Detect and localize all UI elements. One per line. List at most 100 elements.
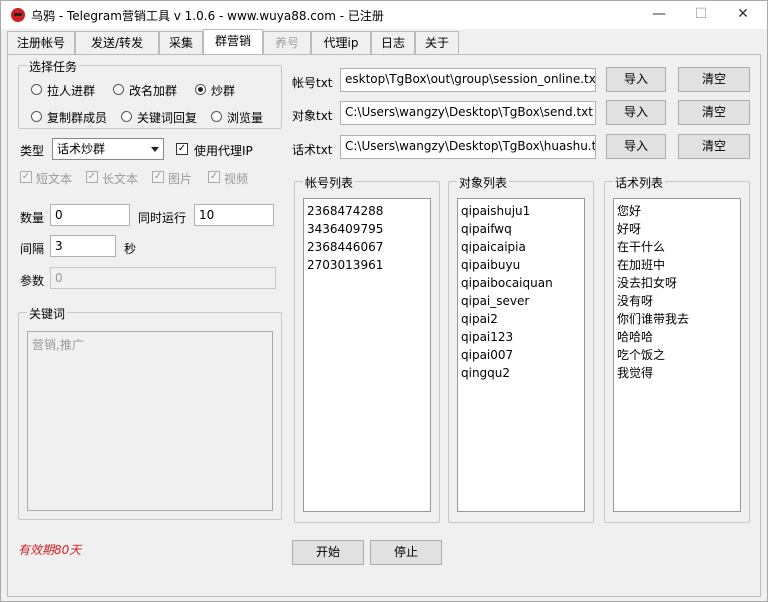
label-long-text: 长文本: [102, 172, 139, 186]
concurrent-input[interactable]: 10: [194, 204, 274, 226]
script-listbox[interactable]: 您好 好呀 在干什么 在加班中 没去扣女呀 没有呀 你们谁带我去 哈哈哈 吃个饭…: [613, 198, 741, 512]
list-item[interactable]: qipai007: [461, 346, 581, 364]
list-item[interactable]: 2368474288: [307, 202, 427, 220]
list-item[interactable]: qipaibocaiquan: [461, 274, 581, 292]
quantity-label: 数量: [20, 211, 45, 225]
quantity-input[interactable]: 0: [50, 204, 130, 226]
radio-boost-group[interactable]: [195, 84, 206, 95]
list-item[interactable]: 吃个饭之: [617, 346, 737, 364]
use-proxy-label: 使用代理IP: [194, 144, 253, 158]
target-import-button[interactable]: 导入: [606, 100, 666, 125]
target-list-title: 对象列表: [457, 174, 510, 191]
list-item[interactable]: qingqu2: [461, 364, 581, 382]
script-clear-button[interactable]: 清空: [678, 134, 750, 159]
task-group-legend: 选择任务: [27, 58, 80, 75]
list-item[interactable]: 你们谁带我去: [617, 310, 737, 328]
list-item[interactable]: 我觉得: [617, 364, 737, 382]
chevron-down-icon: [151, 147, 159, 152]
type-select[interactable]: 话术炒群: [52, 138, 164, 160]
type-select-value: 话术炒群: [57, 142, 106, 156]
label-short-text: 短文本: [36, 172, 73, 186]
list-item[interactable]: 在干什么: [617, 238, 737, 256]
radio-copy-members[interactable]: [31, 111, 42, 122]
list-item[interactable]: qipaishuju1: [461, 202, 581, 220]
radio-rename-join-group[interactable]: [113, 84, 124, 95]
target-file-path[interactable]: C:\Users\wangzy\Desktop\TgBox\send.txt: [340, 101, 596, 125]
interval-input[interactable]: 3: [50, 235, 116, 257]
radio-label-pull-into-group: 拉人进群: [47, 84, 96, 98]
list-item[interactable]: qipaibuyu: [461, 256, 581, 274]
account-list-title: 帐号列表: [303, 174, 356, 191]
tab-collect[interactable]: 采集: [159, 31, 203, 55]
account-import-button[interactable]: 导入: [606, 67, 666, 92]
target-clear-button[interactable]: 清空: [678, 100, 750, 125]
radio-label-keyword-reply: 关键词回复: [137, 111, 198, 125]
checkbox-video[interactable]: ✓: [208, 171, 220, 183]
tab-about[interactable]: 关于: [415, 31, 459, 55]
window-title: 乌鸦 - Telegram营销工具 v 1.0.6 - www.wuya88.c…: [31, 9, 384, 23]
validity-text: 有效期80天: [18, 543, 82, 557]
checkbox-short-text[interactable]: ✓: [20, 171, 32, 183]
radio-keyword-reply[interactable]: [121, 111, 132, 122]
use-proxy-checkbox[interactable]: ✓: [176, 143, 188, 155]
start-button[interactable]: 开始: [292, 540, 364, 565]
param-input[interactable]: 0: [50, 267, 276, 289]
list-item[interactable]: qipaicaipia: [461, 238, 581, 256]
keywords-textarea[interactable]: 营销,推广: [27, 331, 273, 511]
type-label: 类型: [20, 144, 45, 158]
account-file-label: 帐号txt: [292, 76, 333, 90]
list-item[interactable]: 好呀: [617, 220, 737, 238]
keywords-group-legend: 关键词: [27, 305, 68, 322]
radio-pull-into-group[interactable]: [31, 84, 42, 95]
minimize-button[interactable]: —: [639, 1, 679, 29]
list-item[interactable]: 3436409795: [307, 220, 427, 238]
maximize-button[interactable]: ☐: [681, 1, 721, 29]
close-button[interactable]: ✕: [723, 1, 763, 29]
tab-send-forward[interactable]: 发送/转发: [75, 31, 159, 55]
script-import-button[interactable]: 导入: [606, 134, 666, 159]
radio-label-copy-members: 复制群成员: [47, 111, 108, 125]
list-item[interactable]: qipaifwq: [461, 220, 581, 238]
keywords-group: 关键词 营销,推广: [18, 305, 282, 520]
radio-label-page-views: 浏览量: [227, 111, 264, 125]
group-marketing-panel: 选择任务 拉人进群 改名加群 炒群 复制群成员 关键词回复 浏览量 类型 话术炒…: [7, 54, 761, 597]
list-item[interactable]: 没去扣女呀: [617, 274, 737, 292]
tab-log[interactable]: 日志: [371, 31, 415, 55]
account-listbox[interactable]: 2368474288 3436409795 2368446067 2703013…: [303, 198, 431, 512]
radio-page-views[interactable]: [211, 111, 222, 122]
list-item[interactable]: 没有呀: [617, 292, 737, 310]
tab-account-nurturing[interactable]: 养号: [263, 31, 311, 55]
account-clear-button[interactable]: 清空: [678, 67, 750, 92]
script-file-label: 话术txt: [292, 143, 333, 157]
tab-register-account[interactable]: 注册帐号: [7, 31, 75, 55]
label-video: 视频: [224, 172, 249, 186]
concurrent-label: 同时运行: [138, 211, 187, 225]
task-group: 选择任务 拉人进群 改名加群 炒群 复制群成员 关键词回复 浏览量: [18, 58, 282, 129]
list-item[interactable]: 您好: [617, 202, 737, 220]
list-item[interactable]: qipai123: [461, 328, 581, 346]
account-file-path[interactable]: esktop\TgBox\out\group\session_online.tx…: [340, 68, 596, 92]
script-file-path[interactable]: C:\Users\wangzy\Desktop\TgBox\huashu.tx: [340, 135, 596, 159]
app-window: 乌鸦 - Telegram营销工具 v 1.0.6 - www.wuya88.c…: [0, 0, 768, 602]
interval-label: 间隔: [20, 242, 45, 256]
stop-button[interactable]: 停止: [370, 540, 442, 565]
checkbox-image[interactable]: ✓: [152, 171, 164, 183]
target-list-group: 对象列表 qipaishuju1 qipaifwq qipaicaipia qi…: [448, 174, 594, 523]
app-logo-icon: [11, 8, 25, 22]
list-item[interactable]: 在加班中: [617, 256, 737, 274]
list-item[interactable]: qipai2: [461, 310, 581, 328]
interval-unit: 秒: [124, 242, 137, 256]
tab-proxy-ip[interactable]: 代理ip: [311, 31, 371, 55]
tab-group-marketing[interactable]: 群营销: [203, 29, 263, 55]
target-listbox[interactable]: qipaishuju1 qipaifwq qipaicaipia qipaibu…: [457, 198, 585, 512]
list-item[interactable]: 哈哈哈: [617, 328, 737, 346]
script-list-title: 话术列表: [613, 174, 666, 191]
checkbox-long-text[interactable]: ✓: [86, 171, 98, 183]
script-list-group: 话术列表 您好 好呀 在干什么 在加班中 没去扣女呀 没有呀 你们谁带我去 哈哈…: [604, 174, 750, 523]
title-bar: 乌鸦 - Telegram营销工具 v 1.0.6 - www.wuya88.c…: [1, 1, 767, 29]
radio-label-boost-group: 炒群: [211, 84, 236, 98]
list-item[interactable]: qipai_sever: [461, 292, 581, 310]
radio-label-rename-join-group: 改名加群: [129, 84, 178, 98]
list-item[interactable]: 2703013961: [307, 256, 427, 274]
list-item[interactable]: 2368446067: [307, 238, 427, 256]
